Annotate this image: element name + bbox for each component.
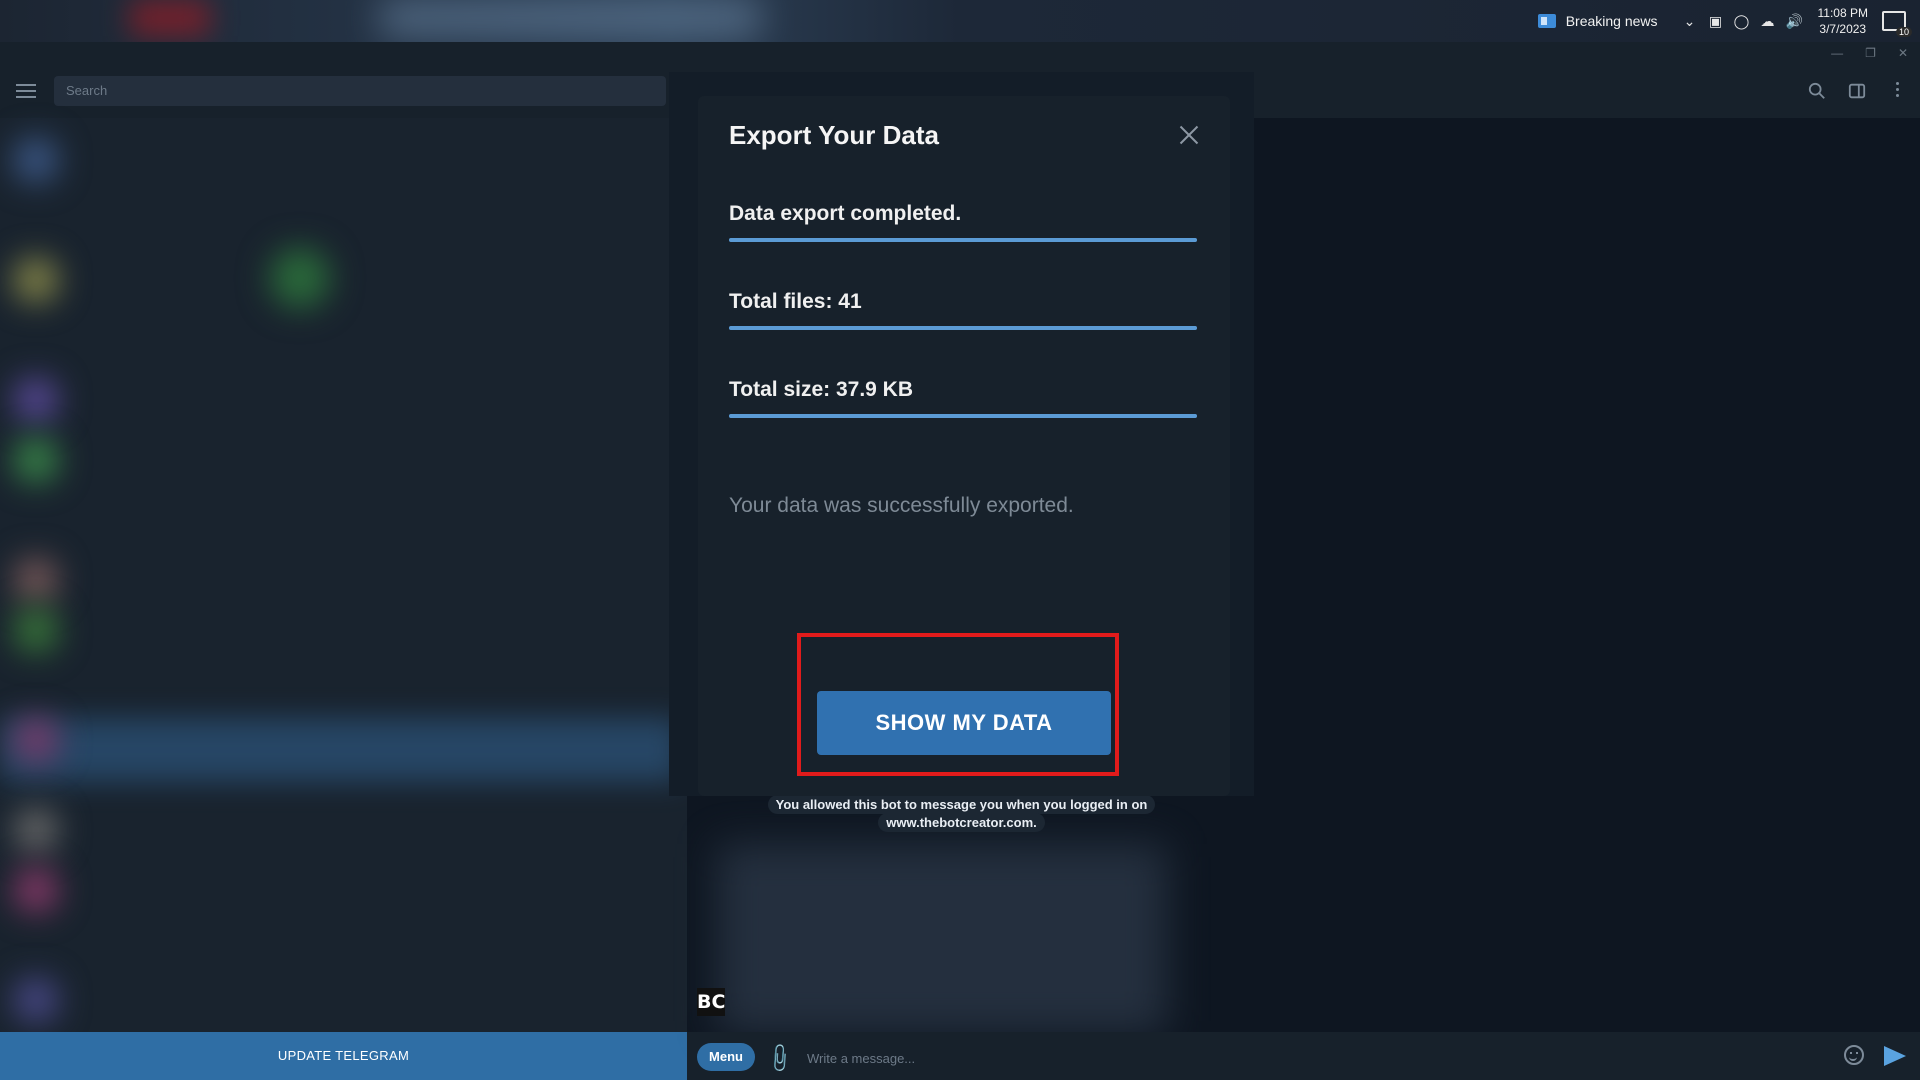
chevron-up-icon[interactable]: ⌄ bbox=[1682, 13, 1698, 30]
news-icon[interactable] bbox=[1537, 14, 1556, 28]
clock-date: 3/7/2023 bbox=[1819, 22, 1867, 36]
emoji-icon[interactable] bbox=[1844, 1045, 1864, 1065]
total-files-label: Total files: 41 bbox=[729, 290, 862, 313]
blurred-avatar[interactable] bbox=[14, 558, 58, 602]
bot-menu-button[interactable]: Menu bbox=[697, 1043, 755, 1071]
update-telegram-button[interactable]: UPDATE TELEGRAM bbox=[0, 1032, 687, 1080]
windows-taskbar: Breaking news ⌄ ▣ ◯ ☁ 🔊 11:08 PM 3/7/202… bbox=[0, 0, 1920, 42]
sidebar-header: Search bbox=[0, 64, 687, 118]
network-icon[interactable]: ▣ bbox=[1708, 13, 1724, 30]
files-progress-fill bbox=[729, 326, 1197, 330]
blurred-avatar[interactable] bbox=[14, 438, 58, 482]
onedrive-icon[interactable]: ☁ bbox=[1760, 13, 1776, 30]
window-titlebar bbox=[0, 42, 1920, 64]
service-message: You allowed this bot to message you when… bbox=[763, 795, 1160, 832]
clock-time: 11:08 PM bbox=[1817, 6, 1868, 20]
export-status: Data export completed. bbox=[729, 202, 1197, 242]
dialog-title: Export Your Data bbox=[729, 120, 939, 150]
message-composer: Menu 📎 bbox=[687, 1032, 1920, 1080]
bot-avatar[interactable]: BC bbox=[697, 988, 725, 1016]
clock[interactable]: 11:08 PM 3/7/2023 bbox=[1818, 5, 1868, 37]
blurred-avatar[interactable] bbox=[14, 138, 58, 182]
export-status-label: Data export completed. bbox=[729, 202, 962, 225]
sidebar: Search bbox=[0, 64, 687, 1032]
blurred-avatar[interactable] bbox=[14, 608, 58, 652]
blurred-taskbar-app bbox=[380, 0, 760, 36]
meet-icon[interactable]: ◯ bbox=[1734, 13, 1750, 30]
notification-count: 10 bbox=[1895, 27, 1912, 37]
total-size: Total size: 37.9 KB bbox=[729, 378, 1197, 418]
system-tray: Breaking news ⌄ ▣ ◯ ☁ 🔊 11:08 PM 3/7/202… bbox=[1537, 0, 1920, 42]
blurred-message bbox=[717, 844, 1167, 1034]
export-progress-fill bbox=[729, 238, 1197, 242]
hamburger-menu-icon[interactable] bbox=[16, 84, 36, 98]
minimize-icon[interactable]: — bbox=[1831, 46, 1843, 60]
maximize-icon[interactable]: ❐ bbox=[1865, 46, 1876, 60]
search-icon[interactable] bbox=[1808, 81, 1826, 101]
close-icon[interactable] bbox=[1178, 124, 1200, 146]
size-progress-fill bbox=[729, 414, 1197, 418]
send-icon[interactable] bbox=[1884, 1046, 1906, 1066]
blurred-avatar[interactable] bbox=[14, 808, 58, 852]
chat-list bbox=[0, 118, 687, 1032]
total-files: Total files: 41 bbox=[729, 290, 1197, 330]
export-progress-bar bbox=[729, 238, 1197, 242]
blurred-avatar[interactable] bbox=[14, 868, 58, 912]
blurred-avatar[interactable] bbox=[14, 718, 58, 762]
size-progress-bar bbox=[729, 414, 1197, 418]
blurred-avatar[interactable] bbox=[14, 258, 58, 302]
total-size-label: Total size: 37.9 KB bbox=[729, 378, 913, 401]
attach-icon[interactable]: 📎 bbox=[762, 1041, 797, 1076]
blurred-avatar[interactable] bbox=[14, 378, 58, 422]
volume-icon[interactable]: 🔊 bbox=[1786, 13, 1803, 30]
files-progress-bar bbox=[729, 326, 1197, 330]
blurred-content bbox=[270, 248, 330, 308]
search-input[interactable]: Search bbox=[54, 76, 666, 106]
more-options-icon[interactable] bbox=[1888, 80, 1906, 102]
success-message: Your data was successfully exported. bbox=[729, 494, 1074, 517]
blurred-avatar[interactable] bbox=[14, 978, 58, 1022]
header-actions bbox=[1808, 80, 1906, 102]
sidebar-toggle-icon[interactable] bbox=[1848, 81, 1866, 101]
selected-chat-row[interactable] bbox=[0, 718, 680, 782]
message-input[interactable] bbox=[805, 1046, 1709, 1070]
blurred-taskbar-app bbox=[130, 0, 210, 36]
close-window-icon[interactable]: ✕ bbox=[1898, 46, 1908, 60]
breaking-news-label[interactable]: Breaking news bbox=[1566, 13, 1658, 29]
notification-icon[interactable]: 10 bbox=[1882, 11, 1912, 37]
export-data-dialog: Export Your Data Data export completed. … bbox=[698, 96, 1230, 796]
show-my-data-button[interactable]: SHOW MY DATA bbox=[817, 691, 1111, 755]
window-controls: — ❐ ✕ bbox=[1831, 42, 1908, 64]
